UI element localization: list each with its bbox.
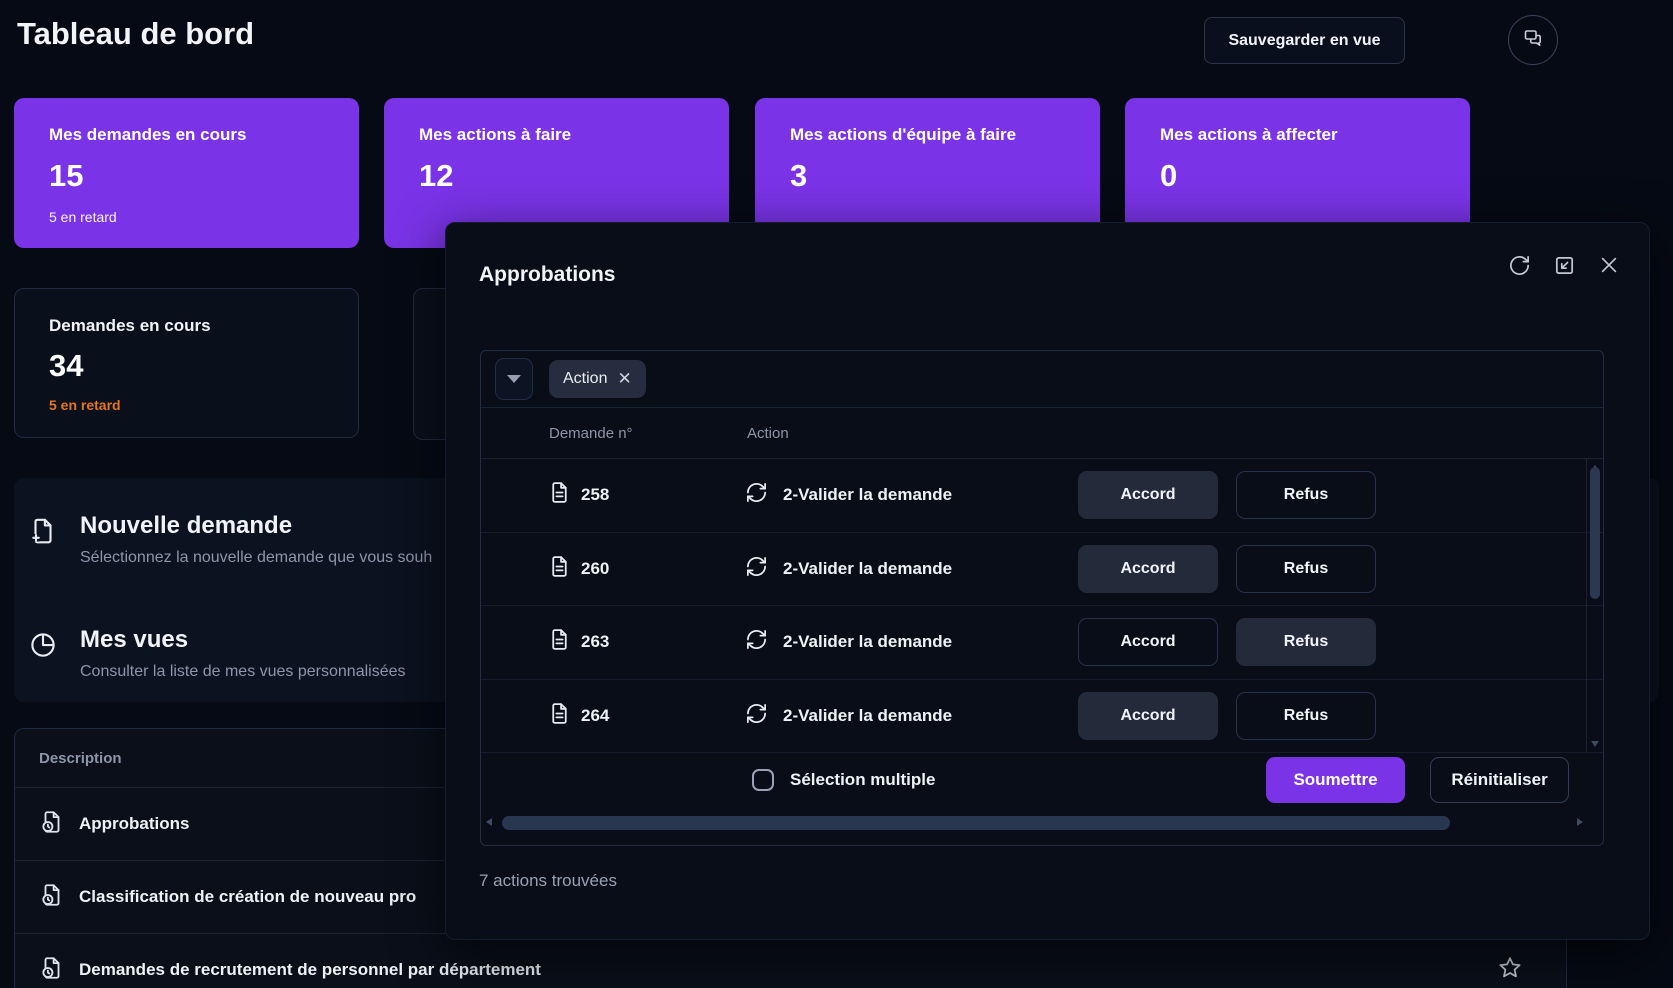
modal-title: Approbations: [479, 263, 616, 287]
action-label: 2-Valider la demande: [783, 485, 952, 505]
chat-bubbles-icon: [1521, 26, 1545, 55]
sync-icon: [745, 702, 768, 730]
approval-row: 264 2-Valider la demande Accord Refus: [481, 680, 1603, 754]
star-icon[interactable]: [1496, 954, 1524, 987]
result-count: 7 actions trouvées: [479, 871, 617, 891]
chip-close-icon[interactable]: ✕: [617, 369, 631, 389]
request-number: 264: [581, 706, 609, 726]
vertical-scrollbar[interactable]: [1586, 459, 1603, 753]
filter-dropdown-button[interactable]: [495, 358, 533, 400]
description-row-label: Approbations: [79, 814, 190, 834]
refus-button[interactable]: Refus: [1236, 618, 1376, 666]
stat-value: 3: [790, 158, 1080, 194]
stat-value: 15: [49, 158, 339, 194]
filter-chip-label: Action: [563, 370, 607, 388]
reset-button[interactable]: Réinitialiser: [1430, 757, 1569, 803]
action-label: 2-Valider la demande: [783, 559, 952, 579]
approval-row: 260 2-Valider la demande Accord Refus: [481, 533, 1603, 607]
file-lines-icon: [547, 701, 572, 731]
summary-note: 5 en retard: [49, 397, 338, 413]
stat-value: 0: [1160, 158, 1450, 194]
accord-button[interactable]: Accord: [1078, 692, 1218, 740]
quick-link-mes-vues[interactable]: Mes vues Consulter la liste de mes vues …: [28, 626, 406, 681]
file-lines-icon: [547, 554, 572, 584]
stat-card-mes-demandes[interactable]: Mes demandes en cours 15 5 en retard: [14, 98, 359, 248]
request-number: 260: [581, 559, 609, 579]
approval-row: 263 2-Valider la demande Accord Refus: [481, 606, 1603, 680]
submit-button[interactable]: Soumettre: [1266, 757, 1405, 803]
quick-link-text: Mes vues Consulter la liste de mes vues …: [80, 626, 406, 681]
close-icon[interactable]: [1597, 253, 1621, 277]
modal-toolbar: [1507, 253, 1621, 277]
stat-label: Mes actions à affecter: [1160, 125, 1450, 145]
summary-card-demandes-en-cours[interactable]: Demandes en cours 34 5 en retard: [14, 288, 359, 438]
description-row-recrutement[interactable]: Demandes de recrutement de personnel par…: [15, 934, 1566, 988]
table-header: Demande n° Action: [481, 408, 1603, 459]
accord-button[interactable]: Accord: [1078, 545, 1218, 593]
stat-label: Mes demandes en cours: [49, 125, 339, 145]
scroll-right-icon[interactable]: [1577, 818, 1583, 826]
quick-link-text: Nouvelle demande Sélectionnez la nouvell…: [80, 512, 432, 567]
sync-icon: [745, 481, 768, 509]
sync-icon: [745, 628, 768, 656]
horizontal-scrollbar-thumb[interactable]: [502, 816, 1450, 830]
multi-select-label: Sélection multiple: [790, 770, 935, 790]
pie-chart-icon: [28, 630, 58, 665]
dashboard-page: Tableau de bord Sauvegarder en vue Mes d…: [0, 0, 1673, 988]
stat-value: 12: [419, 158, 709, 194]
table-footer: Sélection multiple Soumettre Réinitialis…: [481, 753, 1603, 807]
scroll-down-icon[interactable]: [1591, 741, 1599, 747]
approvals-table-container: Action ✕ Demande n° Action 258: [480, 350, 1604, 846]
accord-button[interactable]: Accord: [1078, 618, 1218, 666]
approbations-modal: Approbations: [445, 222, 1650, 940]
refus-button[interactable]: Refus: [1236, 471, 1376, 519]
summary-label: Demandes en cours: [49, 316, 338, 336]
stat-label: Mes actions d'équipe à faire: [790, 125, 1080, 145]
file-clock-icon: [39, 955, 65, 986]
quick-link-title: Mes vues: [80, 626, 406, 654]
request-number: 258: [581, 485, 609, 505]
page-title: Tableau de bord: [17, 16, 254, 52]
file-lines-icon: [547, 627, 572, 657]
request-number: 263: [581, 632, 609, 652]
vertical-scrollbar-thumb[interactable]: [1590, 467, 1600, 599]
file-clock-icon: [39, 882, 65, 913]
quick-link-subtitle: Consulter la liste de mes vues personnal…: [80, 663, 406, 681]
column-action: Action: [747, 425, 1603, 442]
refresh-icon[interactable]: [1507, 253, 1531, 277]
stat-note: 5 en retard: [49, 209, 339, 225]
accord-button[interactable]: Accord: [1078, 471, 1218, 519]
file-lines-icon: [547, 480, 572, 510]
description-row-label: Classification de création de nouveau pr…: [79, 887, 416, 907]
refus-button[interactable]: Refus: [1236, 692, 1376, 740]
action-label: 2-Valider la demande: [783, 706, 952, 726]
file-plus-icon: [28, 516, 58, 551]
stat-label: Mes actions à faire: [419, 125, 709, 145]
scroll-left-icon[interactable]: [486, 818, 492, 826]
column-demande: Demande n°: [481, 425, 747, 442]
filter-bar: Action ✕: [481, 351, 1603, 408]
expand-icon[interactable]: [1552, 253, 1576, 277]
description-row-label: Demandes de recrutement de personnel par…: [79, 960, 541, 980]
chat-button[interactable]: [1508, 15, 1558, 65]
action-label: 2-Valider la demande: [783, 632, 952, 652]
summary-value: 34: [49, 348, 338, 384]
multi-select-checkbox[interactable]: [752, 769, 774, 791]
approval-row: 258 2-Valider la demande Accord Refus: [481, 459, 1603, 533]
refus-button[interactable]: Refus: [1236, 545, 1376, 593]
quick-link-title: Nouvelle demande: [80, 512, 432, 540]
quick-link-nouvelle-demande[interactable]: Nouvelle demande Sélectionnez la nouvell…: [28, 512, 432, 567]
chevron-down-icon: [507, 375, 521, 383]
file-clock-icon: [39, 809, 65, 840]
sync-icon: [745, 555, 768, 583]
save-view-button[interactable]: Sauvegarder en vue: [1204, 17, 1405, 64]
filter-chip-action[interactable]: Action ✕: [549, 360, 646, 398]
quick-link-subtitle: Sélectionnez la nouvelle demande que vou…: [80, 549, 432, 567]
horizontal-scrollbar[interactable]: [481, 807, 1603, 845]
